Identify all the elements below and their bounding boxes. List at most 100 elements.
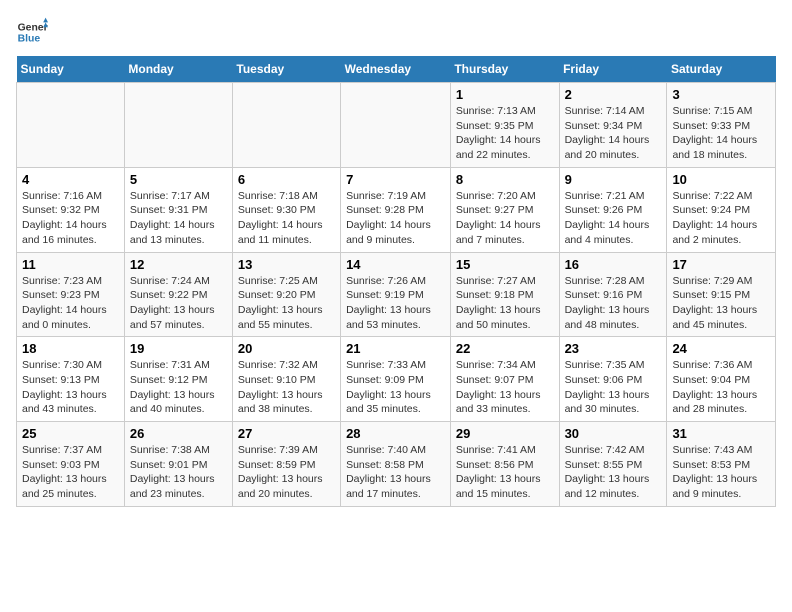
day-number: 19 bbox=[130, 341, 227, 356]
calendar-cell: 26 Sunrise: 7:38 AM Sunset: 9:01 PM Dayli… bbox=[124, 422, 232, 507]
calendar-cell: 14 Sunrise: 7:26 AM Sunset: 9:19 PM Dayli… bbox=[341, 252, 451, 337]
day-info: Sunrise: 7:25 AM Sunset: 9:20 PM Dayligh… bbox=[238, 274, 335, 333]
calendar-cell: 17 Sunrise: 7:29 AM Sunset: 9:15 PM Dayli… bbox=[667, 252, 776, 337]
day-info: Sunrise: 7:42 AM Sunset: 8:55 PM Dayligh… bbox=[565, 443, 662, 502]
calendar-week-row: 25Sunrise: 7:37 AM Sunset: 9:03 PM Dayli… bbox=[17, 422, 776, 507]
day-info: Sunrise: 7:13 AM Sunset: 9:35 PM Dayligh… bbox=[456, 104, 554, 163]
day-number: 20 bbox=[238, 341, 335, 356]
day-number: 29 bbox=[456, 426, 554, 441]
generalblue-logo-icon: General Blue bbox=[16, 16, 48, 48]
day-number: 1 bbox=[456, 87, 554, 102]
day-info: Sunrise: 7:23 AM Sunset: 9:23 PM Dayligh… bbox=[22, 274, 119, 333]
day-info: Sunrise: 7:41 AM Sunset: 8:56 PM Dayligh… bbox=[456, 443, 554, 502]
day-info: Sunrise: 7:29 AM Sunset: 9:15 PM Dayligh… bbox=[672, 274, 770, 333]
day-number: 27 bbox=[238, 426, 335, 441]
day-number: 16 bbox=[565, 257, 662, 272]
day-number: 24 bbox=[672, 341, 770, 356]
day-number: 10 bbox=[672, 172, 770, 187]
day-info: Sunrise: 7:43 AM Sunset: 8:53 PM Dayligh… bbox=[672, 443, 770, 502]
weekday-header-wednesday: Wednesday bbox=[341, 56, 451, 83]
calendar-cell: 5 Sunrise: 7:17 AM Sunset: 9:31 PM Daylig… bbox=[124, 167, 232, 252]
calendar-week-row: 4Sunrise: 7:16 AM Sunset: 9:32 PM Daylig… bbox=[17, 167, 776, 252]
day-number: 31 bbox=[672, 426, 770, 441]
calendar-cell: 20 Sunrise: 7:32 AM Sunset: 9:10 PM Dayli… bbox=[232, 337, 340, 422]
calendar-cell: 24 Sunrise: 7:36 AM Sunset: 9:04 PM Dayli… bbox=[667, 337, 776, 422]
day-info: Sunrise: 7:19 AM Sunset: 9:28 PM Dayligh… bbox=[346, 189, 445, 248]
day-number: 30 bbox=[565, 426, 662, 441]
day-number: 6 bbox=[238, 172, 335, 187]
day-info: Sunrise: 7:22 AM Sunset: 9:24 PM Dayligh… bbox=[672, 189, 770, 248]
calendar-table: SundayMondayTuesdayWednesdayThursdayFrid… bbox=[16, 56, 776, 507]
day-number: 11 bbox=[22, 257, 119, 272]
day-number: 21 bbox=[346, 341, 445, 356]
calendar-cell: 10 Sunrise: 7:22 AM Sunset: 9:24 PM Dayli… bbox=[667, 167, 776, 252]
day-number: 5 bbox=[130, 172, 227, 187]
calendar-cell: 4Sunrise: 7:16 AM Sunset: 9:32 PM Daylig… bbox=[17, 167, 125, 252]
day-number: 13 bbox=[238, 257, 335, 272]
calendar-cell: 9Sunrise: 7:21 AM Sunset: 9:26 PM Daylig… bbox=[559, 167, 667, 252]
logo: General Blue bbox=[16, 16, 48, 48]
svg-text:General: General bbox=[18, 22, 48, 33]
day-number: 22 bbox=[456, 341, 554, 356]
day-number: 14 bbox=[346, 257, 445, 272]
calendar-cell: 22Sunrise: 7:34 AM Sunset: 9:07 PM Dayli… bbox=[450, 337, 559, 422]
day-info: Sunrise: 7:27 AM Sunset: 9:18 PM Dayligh… bbox=[456, 274, 554, 333]
day-number: 8 bbox=[456, 172, 554, 187]
calendar-cell: 23 Sunrise: 7:35 AM Sunset: 9:06 PM Dayli… bbox=[559, 337, 667, 422]
day-number: 26 bbox=[130, 426, 227, 441]
day-info: Sunrise: 7:31 AM Sunset: 9:12 PM Dayligh… bbox=[130, 358, 227, 417]
day-info: Sunrise: 7:17 AM Sunset: 9:31 PM Dayligh… bbox=[130, 189, 227, 248]
day-number: 17 bbox=[672, 257, 770, 272]
day-number: 18 bbox=[22, 341, 119, 356]
day-number: 7 bbox=[346, 172, 445, 187]
day-number: 23 bbox=[565, 341, 662, 356]
day-number: 25 bbox=[22, 426, 119, 441]
weekday-header-tuesday: Tuesday bbox=[232, 56, 340, 83]
calendar-cell: 28 Sunrise: 7:40 AM Sunset: 8:58 PM Dayli… bbox=[341, 422, 451, 507]
page-header: General Blue bbox=[16, 16, 776, 48]
calendar-cell: 25Sunrise: 7:37 AM Sunset: 9:03 PM Dayli… bbox=[17, 422, 125, 507]
calendar-cell: 15 Sunrise: 7:27 AM Sunset: 9:18 PM Dayli… bbox=[450, 252, 559, 337]
calendar-cell bbox=[232, 83, 340, 168]
calendar-cell: 2Sunrise: 7:14 AM Sunset: 9:34 PM Daylig… bbox=[559, 83, 667, 168]
calendar-cell: 19 Sunrise: 7:31 AM Sunset: 9:12 PM Dayli… bbox=[124, 337, 232, 422]
weekday-header-saturday: Saturday bbox=[667, 56, 776, 83]
calendar-cell: 27 Sunrise: 7:39 AM Sunset: 8:59 PM Dayli… bbox=[232, 422, 340, 507]
day-info: Sunrise: 7:39 AM Sunset: 8:59 PM Dayligh… bbox=[238, 443, 335, 502]
day-info: Sunrise: 7:32 AM Sunset: 9:10 PM Dayligh… bbox=[238, 358, 335, 417]
day-info: Sunrise: 7:20 AM Sunset: 9:27 PM Dayligh… bbox=[456, 189, 554, 248]
calendar-cell: 31 Sunrise: 7:43 AM Sunset: 8:53 PM Dayli… bbox=[667, 422, 776, 507]
day-info: Sunrise: 7:18 AM Sunset: 9:30 PM Dayligh… bbox=[238, 189, 335, 248]
day-info: Sunrise: 7:35 AM Sunset: 9:06 PM Dayligh… bbox=[565, 358, 662, 417]
calendar-cell: 11 Sunrise: 7:23 AM Sunset: 9:23 PM Dayli… bbox=[17, 252, 125, 337]
calendar-cell: 29 Sunrise: 7:41 AM Sunset: 8:56 PM Dayli… bbox=[450, 422, 559, 507]
day-info: Sunrise: 7:16 AM Sunset: 9:32 PM Dayligh… bbox=[22, 189, 119, 248]
weekday-header-sunday: Sunday bbox=[17, 56, 125, 83]
day-info: Sunrise: 7:15 AM Sunset: 9:33 PM Dayligh… bbox=[672, 104, 770, 163]
calendar-cell bbox=[124, 83, 232, 168]
day-info: Sunrise: 7:26 AM Sunset: 9:19 PM Dayligh… bbox=[346, 274, 445, 333]
calendar-cell: 21 Sunrise: 7:33 AM Sunset: 9:09 PM Dayli… bbox=[341, 337, 451, 422]
calendar-cell bbox=[17, 83, 125, 168]
day-info: Sunrise: 7:24 AM Sunset: 9:22 PM Dayligh… bbox=[130, 274, 227, 333]
day-info: Sunrise: 7:28 AM Sunset: 9:16 PM Dayligh… bbox=[565, 274, 662, 333]
calendar-cell: 13 Sunrise: 7:25 AM Sunset: 9:20 PM Dayli… bbox=[232, 252, 340, 337]
calendar-cell: 12Sunrise: 7:24 AM Sunset: 9:22 PM Dayli… bbox=[124, 252, 232, 337]
calendar-cell: 1 Sunrise: 7:13 AM Sunset: 9:35 PM Daylig… bbox=[450, 83, 559, 168]
svg-text:Blue: Blue bbox=[18, 34, 41, 45]
weekday-header-friday: Friday bbox=[559, 56, 667, 83]
calendar-cell: 6 Sunrise: 7:18 AM Sunset: 9:30 PM Daylig… bbox=[232, 167, 340, 252]
day-number: 3 bbox=[672, 87, 770, 102]
calendar-cell: 3 Sunrise: 7:15 AM Sunset: 9:33 PM Daylig… bbox=[667, 83, 776, 168]
calendar-week-row: 18Sunrise: 7:30 AM Sunset: 9:13 PM Dayli… bbox=[17, 337, 776, 422]
day-info: Sunrise: 7:36 AM Sunset: 9:04 PM Dayligh… bbox=[672, 358, 770, 417]
calendar-cell: 18Sunrise: 7:30 AM Sunset: 9:13 PM Dayli… bbox=[17, 337, 125, 422]
day-info: Sunrise: 7:33 AM Sunset: 9:09 PM Dayligh… bbox=[346, 358, 445, 417]
day-info: Sunrise: 7:40 AM Sunset: 8:58 PM Dayligh… bbox=[346, 443, 445, 502]
day-info: Sunrise: 7:21 AM Sunset: 9:26 PM Dayligh… bbox=[565, 189, 662, 248]
day-number: 28 bbox=[346, 426, 445, 441]
day-number: 15 bbox=[456, 257, 554, 272]
day-info: Sunrise: 7:38 AM Sunset: 9:01 PM Dayligh… bbox=[130, 443, 227, 502]
day-number: 2 bbox=[565, 87, 662, 102]
weekday-header-thursday: Thursday bbox=[450, 56, 559, 83]
